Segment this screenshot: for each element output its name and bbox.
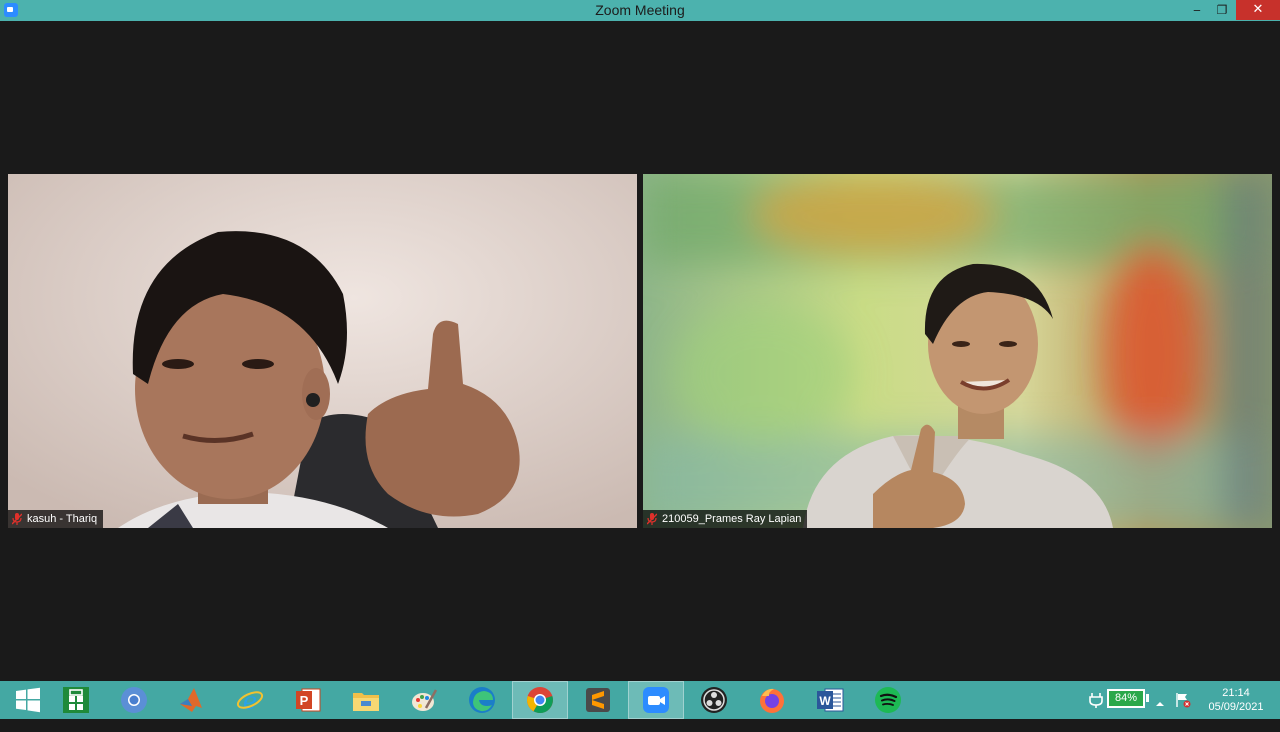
word-icon: W — [817, 688, 844, 712]
taskbar-app-firefox[interactable] — [744, 681, 800, 719]
show-hidden-icons-icon[interactable] — [1155, 694, 1165, 732]
title-bar: Zoom Meeting ‒ ❐ ✕ — [0, 0, 1280, 21]
zoom-icon — [643, 687, 669, 713]
taskbar-app-matlab[interactable] — [164, 681, 220, 719]
powerpoint-icon: P — [296, 688, 321, 712]
battery-tip — [1146, 694, 1149, 702]
participant-2-video — [643, 174, 1272, 528]
taskbar-app-edge[interactable] — [454, 681, 510, 719]
participant-1-video — [8, 174, 637, 528]
matlab-icon — [180, 688, 202, 712]
system-clock[interactable]: 21:14 05/09/2021 — [1196, 686, 1276, 714]
participant-1-nametag: kasuh - Thariq — [8, 510, 104, 528]
chrome-icon — [527, 687, 553, 714]
participant-1-name: kasuh - Thariq — [27, 513, 98, 525]
spotify-icon — [875, 687, 901, 713]
taskbar-app-word[interactable]: W — [802, 681, 858, 719]
file-explorer-icon — [353, 693, 379, 711]
maximize-button[interactable]: ❐ — [1208, 0, 1236, 20]
taskbar-app-obs[interactable] — [686, 681, 742, 719]
taskbar-app-paint[interactable] — [396, 681, 452, 719]
video-tile-participant-1[interactable]: kasuh - Thariq — [8, 174, 637, 528]
taskbar-app-internet-explorer[interactable]: e — [222, 681, 278, 719]
taskbar-app-file-explorer[interactable] — [338, 681, 394, 719]
video-tile-participant-2[interactable]: 210059_Prames Ray Lapian — [643, 174, 1272, 528]
microsoft-store-icon — [63, 687, 89, 713]
window-title: Zoom Meeting — [595, 2, 685, 18]
svg-text:P: P — [300, 693, 309, 708]
taskbar-app-sublime-text[interactable] — [570, 681, 626, 719]
clock-time: 21:14 — [1222, 687, 1250, 699]
close-button[interactable]: ✕ — [1236, 0, 1280, 20]
taskbar-app-chrome[interactable] — [512, 681, 568, 719]
muted-microphone-icon — [647, 513, 657, 525]
minimize-button[interactable]: ‒ — [1183, 0, 1211, 20]
taskbar-app-store[interactable] — [48, 681, 104, 719]
clock-date: 05/09/2021 — [1208, 701, 1264, 713]
svg-text:W: W — [819, 694, 831, 708]
participant-2-nametag: 210059_Prames Ray Lapian — [643, 510, 808, 528]
windows-logo-icon — [16, 687, 40, 713]
action-center-flag-icon[interactable] — [1175, 692, 1191, 730]
sublime-text-icon — [586, 688, 610, 712]
taskbar-app-powerpoint[interactable]: P — [280, 681, 336, 719]
paint-icon — [412, 689, 438, 711]
chromium-icon — [121, 687, 147, 713]
muted-microphone-icon — [12, 513, 22, 525]
firefox-icon — [760, 688, 784, 713]
power-plug-icon[interactable] — [1088, 691, 1104, 729]
svg-text:e: e — [243, 687, 257, 714]
taskbar: e P W 84% 21:14 05/09/2021 — [0, 681, 1280, 719]
taskbar-app-spotify[interactable] — [860, 681, 916, 719]
internet-explorer-icon: e — [236, 687, 264, 714]
battery-indicator[interactable]: 84% — [1107, 689, 1145, 708]
taskbar-app-zoom[interactable] — [628, 681, 684, 719]
taskbar-app-chromium[interactable] — [106, 681, 162, 719]
obs-icon — [701, 687, 727, 713]
edge-icon — [469, 687, 495, 713]
participant-2-name: 210059_Prames Ray Lapian — [662, 513, 802, 525]
